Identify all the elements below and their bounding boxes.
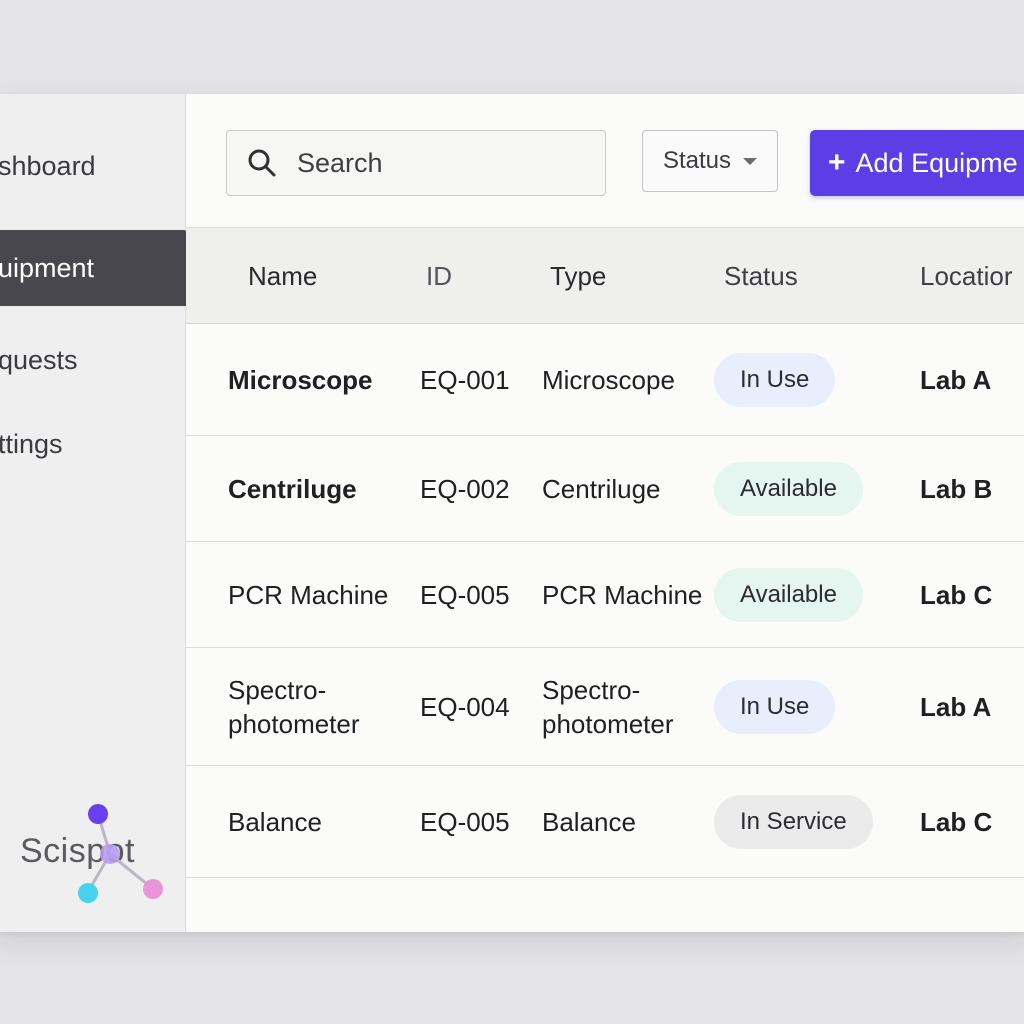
table-row[interactable]: Microscope EQ-001 Microscope In Use Lab … bbox=[186, 324, 1024, 436]
table-row[interactable]: Spectro-photometer EQ-004 Spectro-photom… bbox=[186, 648, 1024, 766]
status-filter-dropdown[interactable]: Status bbox=[642, 130, 778, 192]
cell-type: Centriluge bbox=[542, 473, 661, 504]
status-badge: In Use bbox=[714, 352, 836, 407]
plus-icon: + bbox=[828, 146, 846, 179]
status-badge: In Use bbox=[714, 679, 836, 734]
cell-name: PCR Machine bbox=[228, 579, 389, 610]
cell-name: Spectro-photometer bbox=[228, 674, 360, 739]
sidebar-item-equipment[interactable]: uipment bbox=[0, 230, 186, 306]
cell-location: Lab A bbox=[920, 364, 992, 395]
sidebar-item-label: quests bbox=[0, 344, 78, 375]
cell-id: EQ-005 bbox=[420, 579, 510, 610]
cell-type: Microscope bbox=[542, 364, 675, 395]
status-filter-label: Status bbox=[662, 147, 732, 174]
app-window: shboard uipment quests ttings Scispot Se… bbox=[0, 94, 1024, 932]
table-row[interactable]: Centriluge EQ-002 Centriluge Available L… bbox=[186, 436, 1024, 542]
column-header-type[interactable]: Type bbox=[550, 228, 606, 324]
toolbar: Search Status + Add Equipme bbox=[186, 94, 1024, 228]
cell-name: Balance bbox=[228, 806, 322, 837]
cell-name: Microscope bbox=[228, 364, 373, 395]
cell-type: PCR Machine bbox=[542, 579, 703, 610]
cell-location: Lab B bbox=[920, 473, 993, 504]
sidebar-item-settings[interactable]: ttings bbox=[0, 406, 186, 482]
cell-id: EQ-005 bbox=[420, 806, 510, 837]
cell-id: EQ-001 bbox=[420, 364, 510, 395]
table-footer bbox=[186, 878, 1024, 932]
logo: Scispot bbox=[10, 794, 180, 914]
cell-type: Spectro-photometer bbox=[542, 674, 674, 739]
cell-location: Lab C bbox=[920, 806, 993, 837]
cell-id: EQ-004 bbox=[420, 691, 510, 722]
sidebar-item-label: uipment bbox=[0, 252, 95, 283]
cell-name: Centriluge bbox=[228, 473, 357, 504]
add-equipment-label: Add Equipme bbox=[855, 147, 1018, 178]
status-badge: Available bbox=[714, 461, 863, 516]
sidebar-item-requests[interactable]: quests bbox=[0, 322, 186, 398]
cell-type: Balance bbox=[542, 806, 636, 837]
column-header-name[interactable]: Name bbox=[248, 228, 317, 324]
search-input[interactable]: Search bbox=[226, 130, 606, 196]
status-badge: In Service bbox=[714, 794, 873, 849]
cell-id: EQ-002 bbox=[420, 473, 510, 504]
sidebar-item-label: ttings bbox=[0, 428, 63, 459]
table-row[interactable]: PCR Machine EQ-005 PCR Machine Available… bbox=[186, 542, 1024, 648]
table-header: Name ID Type Status Locatior bbox=[186, 228, 1024, 324]
column-header-id[interactable]: ID bbox=[426, 228, 452, 324]
search-placeholder: Search bbox=[297, 147, 383, 178]
app-screen: shboard uipment quests ttings Scispot Se… bbox=[0, 0, 1024, 1024]
column-header-location[interactable]: Locatior bbox=[920, 228, 1013, 324]
sidebar-item-label: shboard bbox=[0, 150, 96, 181]
sidebar-item-dashboard[interactable]: shboard bbox=[0, 128, 186, 204]
sidebar: shboard uipment quests ttings Scispot bbox=[0, 94, 186, 932]
molecule-logo-icon bbox=[78, 804, 163, 903]
column-header-status[interactable]: Status bbox=[724, 228, 798, 324]
cell-location: Lab C bbox=[920, 579, 993, 610]
add-equipment-button[interactable]: + Add Equipme bbox=[810, 130, 1024, 196]
chevron-down-icon bbox=[743, 157, 758, 165]
cell-location: Lab A bbox=[920, 691, 992, 722]
search-icon bbox=[248, 149, 276, 177]
equipment-table: Name ID Type Status Locatior Microscope … bbox=[186, 228, 1024, 932]
status-badge: Available bbox=[714, 567, 863, 622]
table-row[interactable]: Balance EQ-005 Balance In Service Lab C bbox=[186, 766, 1024, 878]
